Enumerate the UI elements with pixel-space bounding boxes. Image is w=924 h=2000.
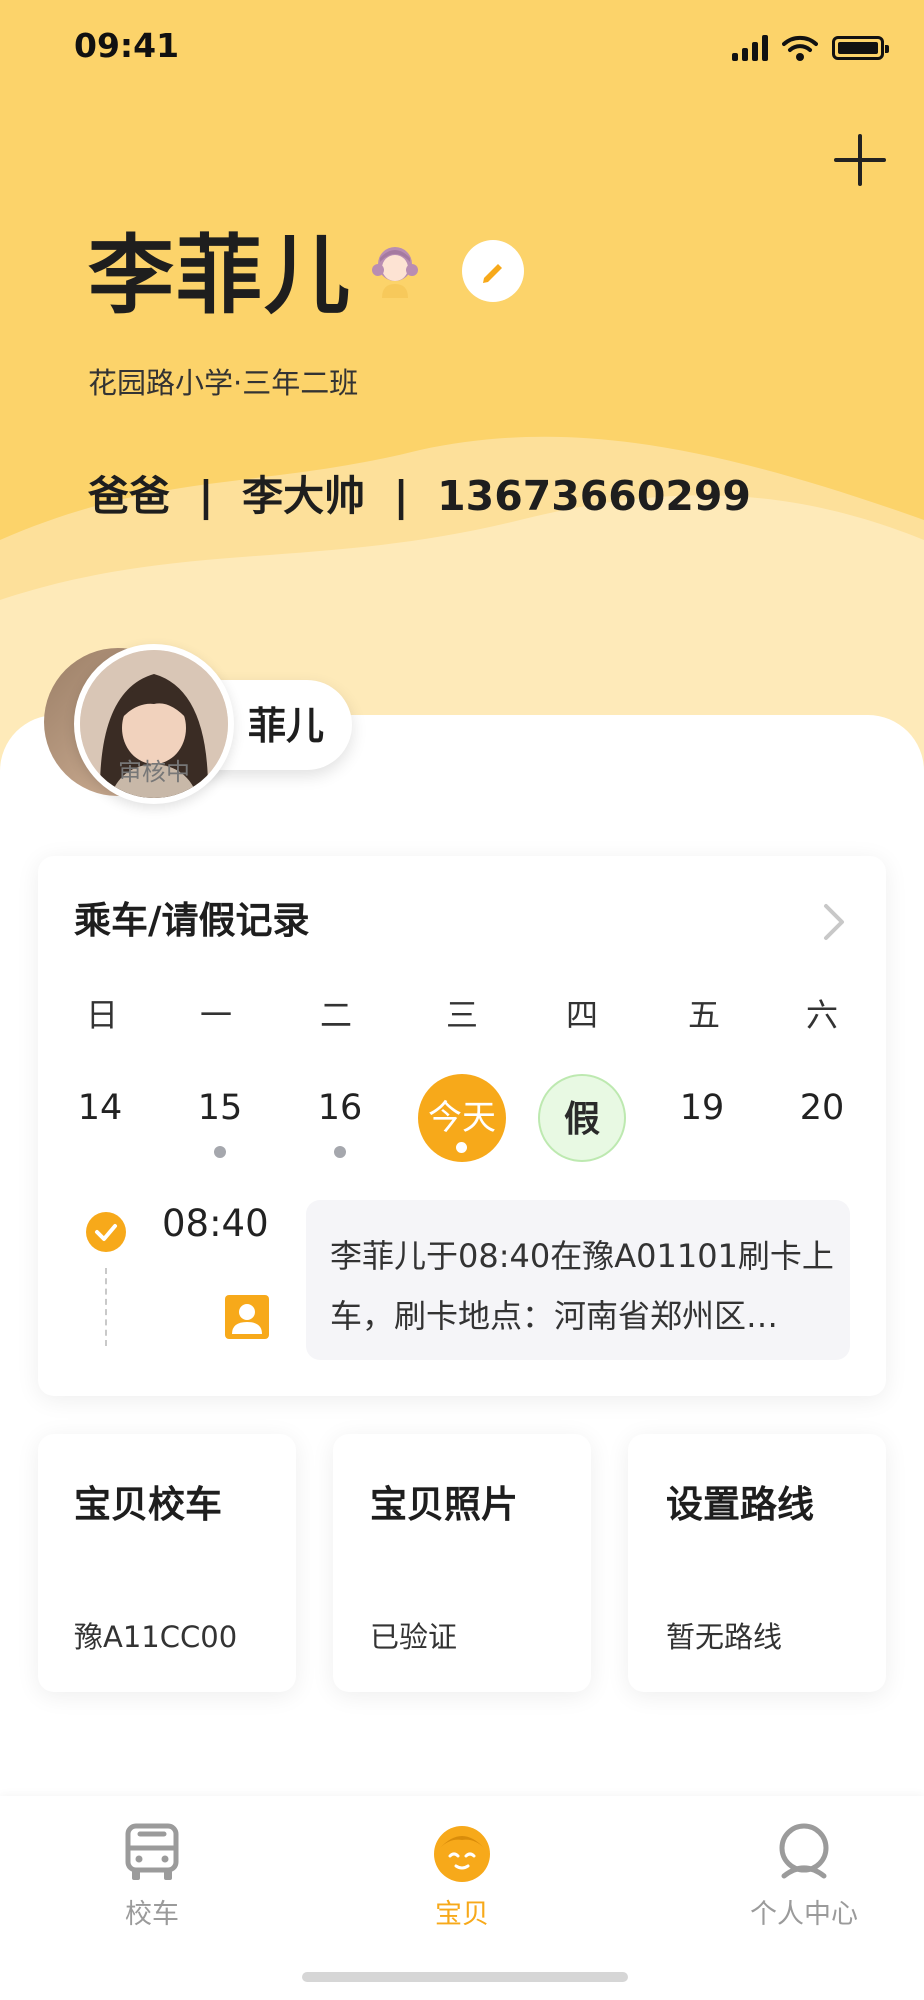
nickname: 菲儿 [248, 704, 325, 748]
user-icon[interactable] [772, 1820, 836, 1884]
ride-indicator-dot [334, 1146, 346, 1158]
add-button[interactable] [830, 130, 890, 190]
school-bus-card-value: 豫A11CC00 [74, 1620, 238, 1654]
calendar-day[interactable]: 20 [778, 1088, 866, 1128]
edit-profile-button[interactable] [462, 240, 524, 302]
person-card-icon [225, 1295, 269, 1339]
record-detail-text: 李菲儿于08:40在豫A01101刷卡上 车，刷卡地点：河南省郑州区… [330, 1226, 840, 1346]
school-class: 花园路小学·三年二班 [88, 366, 359, 400]
weekday-sat: 六 [805, 996, 838, 1034]
home-indicator[interactable] [302, 1972, 628, 1982]
check-circle-icon [86, 1212, 126, 1252]
chevron-right-icon[interactable] [818, 900, 848, 944]
photo-card-title: 宝贝照片 [370, 1483, 518, 1526]
status-icons [732, 34, 889, 62]
calendar-day[interactable]: 15 [176, 1088, 264, 1128]
weekday-tue: 二 [319, 996, 352, 1034]
record-time: 08:40 [162, 1202, 269, 1245]
baby-face-icon[interactable] [430, 1820, 494, 1884]
tab-profile-label[interactable]: 个人中心 [734, 1892, 874, 1931]
ride-indicator-dot [214, 1146, 226, 1158]
tab-baby-label[interactable]: 宝贝 [412, 1892, 512, 1931]
record-line-2: 车，刷卡地点：河南省郑州区… [330, 1297, 779, 1335]
pencil-icon [483, 264, 502, 283]
school-bus-card-title: 宝贝校车 [74, 1483, 222, 1526]
today-label: 今天 [428, 1098, 496, 1138]
calendar-day[interactable]: 19 [658, 1088, 746, 1128]
battery-icon [832, 36, 889, 60]
guardian-info: 爸爸 | 李大帅 | 13673660299 [88, 472, 751, 520]
weekday-fri: 五 [687, 996, 720, 1034]
calendar-day[interactable]: 14 [56, 1088, 144, 1128]
photo-card-value: 已验证 [370, 1620, 458, 1654]
route-card-title: 设置路线 [666, 1483, 814, 1526]
child-name: 李菲儿 [88, 226, 352, 326]
tab-bus-label[interactable]: 校车 [102, 1892, 202, 1931]
weekday-mon: 一 [199, 996, 232, 1034]
leave-label: 假 [563, 1099, 600, 1140]
calendar-day[interactable]: 16 [296, 1088, 384, 1128]
weekday-wed: 三 [445, 996, 478, 1034]
signal-icon [732, 35, 768, 61]
timeline-line [105, 1268, 107, 1346]
bus-icon[interactable] [120, 1820, 184, 1884]
girl-gender-icon [372, 247, 418, 298]
weekday-sun: 日 [85, 996, 118, 1034]
route-card-value: 暂无路线 [666, 1620, 783, 1654]
record-line-1: 李菲儿于08:40在豫A01101刷卡上 [330, 1237, 834, 1275]
status-time: 09:41 [74, 26, 180, 65]
wifi-icon [782, 35, 818, 61]
weekday-thu: 四 [565, 996, 598, 1034]
avatar-status: 审核中 [118, 758, 190, 786]
ride-indicator-dot [456, 1142, 467, 1153]
records-title: 乘车/请假记录 [74, 899, 310, 942]
